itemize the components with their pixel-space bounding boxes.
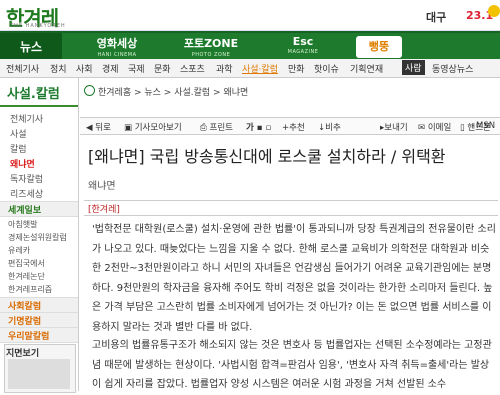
print-edition-label: 지면보기 [6,349,40,359]
sidebar-item-leeds[interactable]: 리즈세상 [10,187,43,200]
sidebar-item-reader-column[interactable]: 독자칼럼 [10,172,43,185]
subnav-item-economy[interactable]: 경제 [102,62,119,75]
left-sidebar: 사설.칼럼 전체기사 사설 칼럼 왜냐면 독자칼럼 리즈세상 세계일보 아침햇발… [0,78,79,393]
article-toolbar: ◀ 뒤로 ▣ 기사모아보기 ⎙ 프린트 가 ▪ ▫ +추천 ↓비추 ▸보내기 ✉… [80,117,500,135]
subnav-item-world[interactable]: 국제 [128,62,145,75]
font-size-label: 가 [246,123,254,133]
email-button[interactable]: ✉ 이메일 [418,121,451,133]
main-nav: 뉴스 영화세상 HANI CINEMA 포토ZONE PHOTO ZONE Es… [0,31,500,61]
dislike-button[interactable]: ↓비추 [318,121,341,133]
sidebar-section-1[interactable]: 세계일보 [0,201,78,217]
sidebar-item-why[interactable]: 왜냐면 [10,157,35,170]
sidebar-sub-item[interactable]: 경제논설위원칼럼 [8,232,67,243]
collect-button[interactable]: ▣ 기사모아보기 [124,121,182,133]
article-paragraph-1: '법학전문 대학원(로스쿨) 설치·운영에 관한 법률'이 통과되니까 당장 특… [92,224,496,333]
nav-ppeong-button[interactable]: 뻥뚱 [356,36,402,58]
subnav-item-science[interactable]: 과학 [216,62,233,75]
sidebar-sub-item[interactable]: 한겨레프리즘 [8,284,52,295]
sidebar-section-4[interactable]: 우리말칼럼 [0,327,78,343]
nav-esc-sub: MAGAZINE [287,49,319,55]
sidebar-sub-item[interactable]: 한겨레논단 [8,271,45,282]
msn-label: MSN [476,121,496,131]
send-label: 보내기 [384,123,408,133]
nav-news-label: 뉴스 [19,40,43,54]
article-paragraph-2: 고비용의 법률유통구조가 해소되지 않는 것은 변호사 등 법률업자는 선택된 … [92,340,492,390]
nav-esc-title: Esc [292,35,314,48]
sidebar-section-4-label: 우리말칼럼 [8,332,50,342]
nav-photozone-sub: PHOTO ZONE [191,52,231,58]
send-button[interactable]: ▸보내기 [380,121,408,133]
byline-bar [84,200,498,216]
sidebar-section-2[interactable]: 사회칼럼 [0,297,78,313]
section-subnav: 전체기사 정치 사회 경제 국제 문화 스포츠 과학 사설·칼럼 만화 핫이슈 … [0,59,500,78]
sidebar-sub-item[interactable]: 편집국에서 [8,258,45,269]
sidebar-item-column[interactable]: 칼럼 [10,142,27,155]
nav-photozone-title: 포토ZONE [183,37,239,50]
subnav-item-series[interactable]: 기획연재 [350,62,383,75]
sidebar-section-2-label: 사회칼럼 [8,302,42,312]
back-label: 뒤로 [95,123,111,133]
email-label: 이메일 [427,123,452,133]
sidebar-section-1-label: 세계일보 [8,206,42,216]
subnav-item-hotissue[interactable]: 핫이슈 [314,62,339,75]
dislike-label: 비추 [325,123,341,133]
sidebar-sub-item[interactable]: 아침햇발 [8,219,37,230]
subnav-item-opinion[interactable]: 사설·칼럼 [242,62,278,75]
subnav-item-cartoon[interactable]: 만화 [288,62,305,75]
sidebar-sub-item[interactable]: 유레카 [8,245,30,256]
home-icon[interactable] [84,85,95,96]
breadcrumb[interactable]: 한겨레홈 > 뉴스 > 사설.칼럼 > 왜냐면 [98,85,248,98]
nav-ppeong-label: 뻥뚱 [368,40,390,53]
article-byline: [한겨레] [88,205,120,215]
sidebar-item-all[interactable]: 전체기사 [10,112,43,125]
site-logo-subtitle: THE HANKYOREH [10,23,66,29]
sun-icon [488,5,500,17]
subnav-item-culture[interactable]: 문화 [154,62,171,75]
article-section-name: 왜냐면 [88,181,116,192]
sidebar-section-3[interactable]: 기명칼럼 [0,312,78,328]
nav-esc[interactable]: Esc MAGAZINE [268,35,338,55]
collect-label: 기사모아보기 [134,123,182,133]
sidebar-section-3-label: 기명칼럼 [8,317,42,327]
print-button[interactable]: ⎙ 프린트 [200,121,233,133]
subnav-item-sports[interactable]: 스포츠 [180,62,205,75]
subnav-item-politics[interactable]: 정치 [50,62,67,75]
subnav-item-society[interactable]: 사회 [76,62,93,75]
article-headline: [왜냐면] 국립 방송통신대에 로스쿨 설치하라 / 위택환 [88,147,446,166]
back-button[interactable]: ◀ 뒤로 [86,121,111,133]
nav-cinema[interactable]: 영화세상 HANI CINEMA [82,35,152,58]
sidebar-title-box: 사설.칼럼 [0,78,78,107]
subnav-item-people[interactable]: 사람 [402,60,425,75]
print-label: 프린트 [209,123,233,133]
subnav-item-video[interactable]: 동영상뉴스 [432,62,473,75]
recommend-button[interactable]: +추천 [282,121,305,133]
top-header: 한겨레 THE HANKYOREH 대구 23.1 [0,0,500,31]
recommend-label: +추천 [282,123,305,133]
sidebar-item-editorial[interactable]: 사설 [10,127,27,140]
nav-cinema-sub: HANI CINEMA [97,52,137,58]
print-edition-thumbnail[interactable] [8,359,70,389]
nav-cinema-title: 영화세상 [96,37,138,50]
msn-button[interactable]: MSN [476,121,495,131]
font-size-button[interactable]: 가 ▪ ▫ [246,121,271,133]
weather-city: 대구 [426,11,447,24]
nav-photozone[interactable]: 포토ZONE PHOTO ZONE [176,35,246,58]
sidebar-title: 사설.칼럼 [7,87,60,102]
nav-news[interactable]: 뉴스 [0,33,62,61]
subnav-item-all[interactable]: 전체기사 [6,62,39,75]
